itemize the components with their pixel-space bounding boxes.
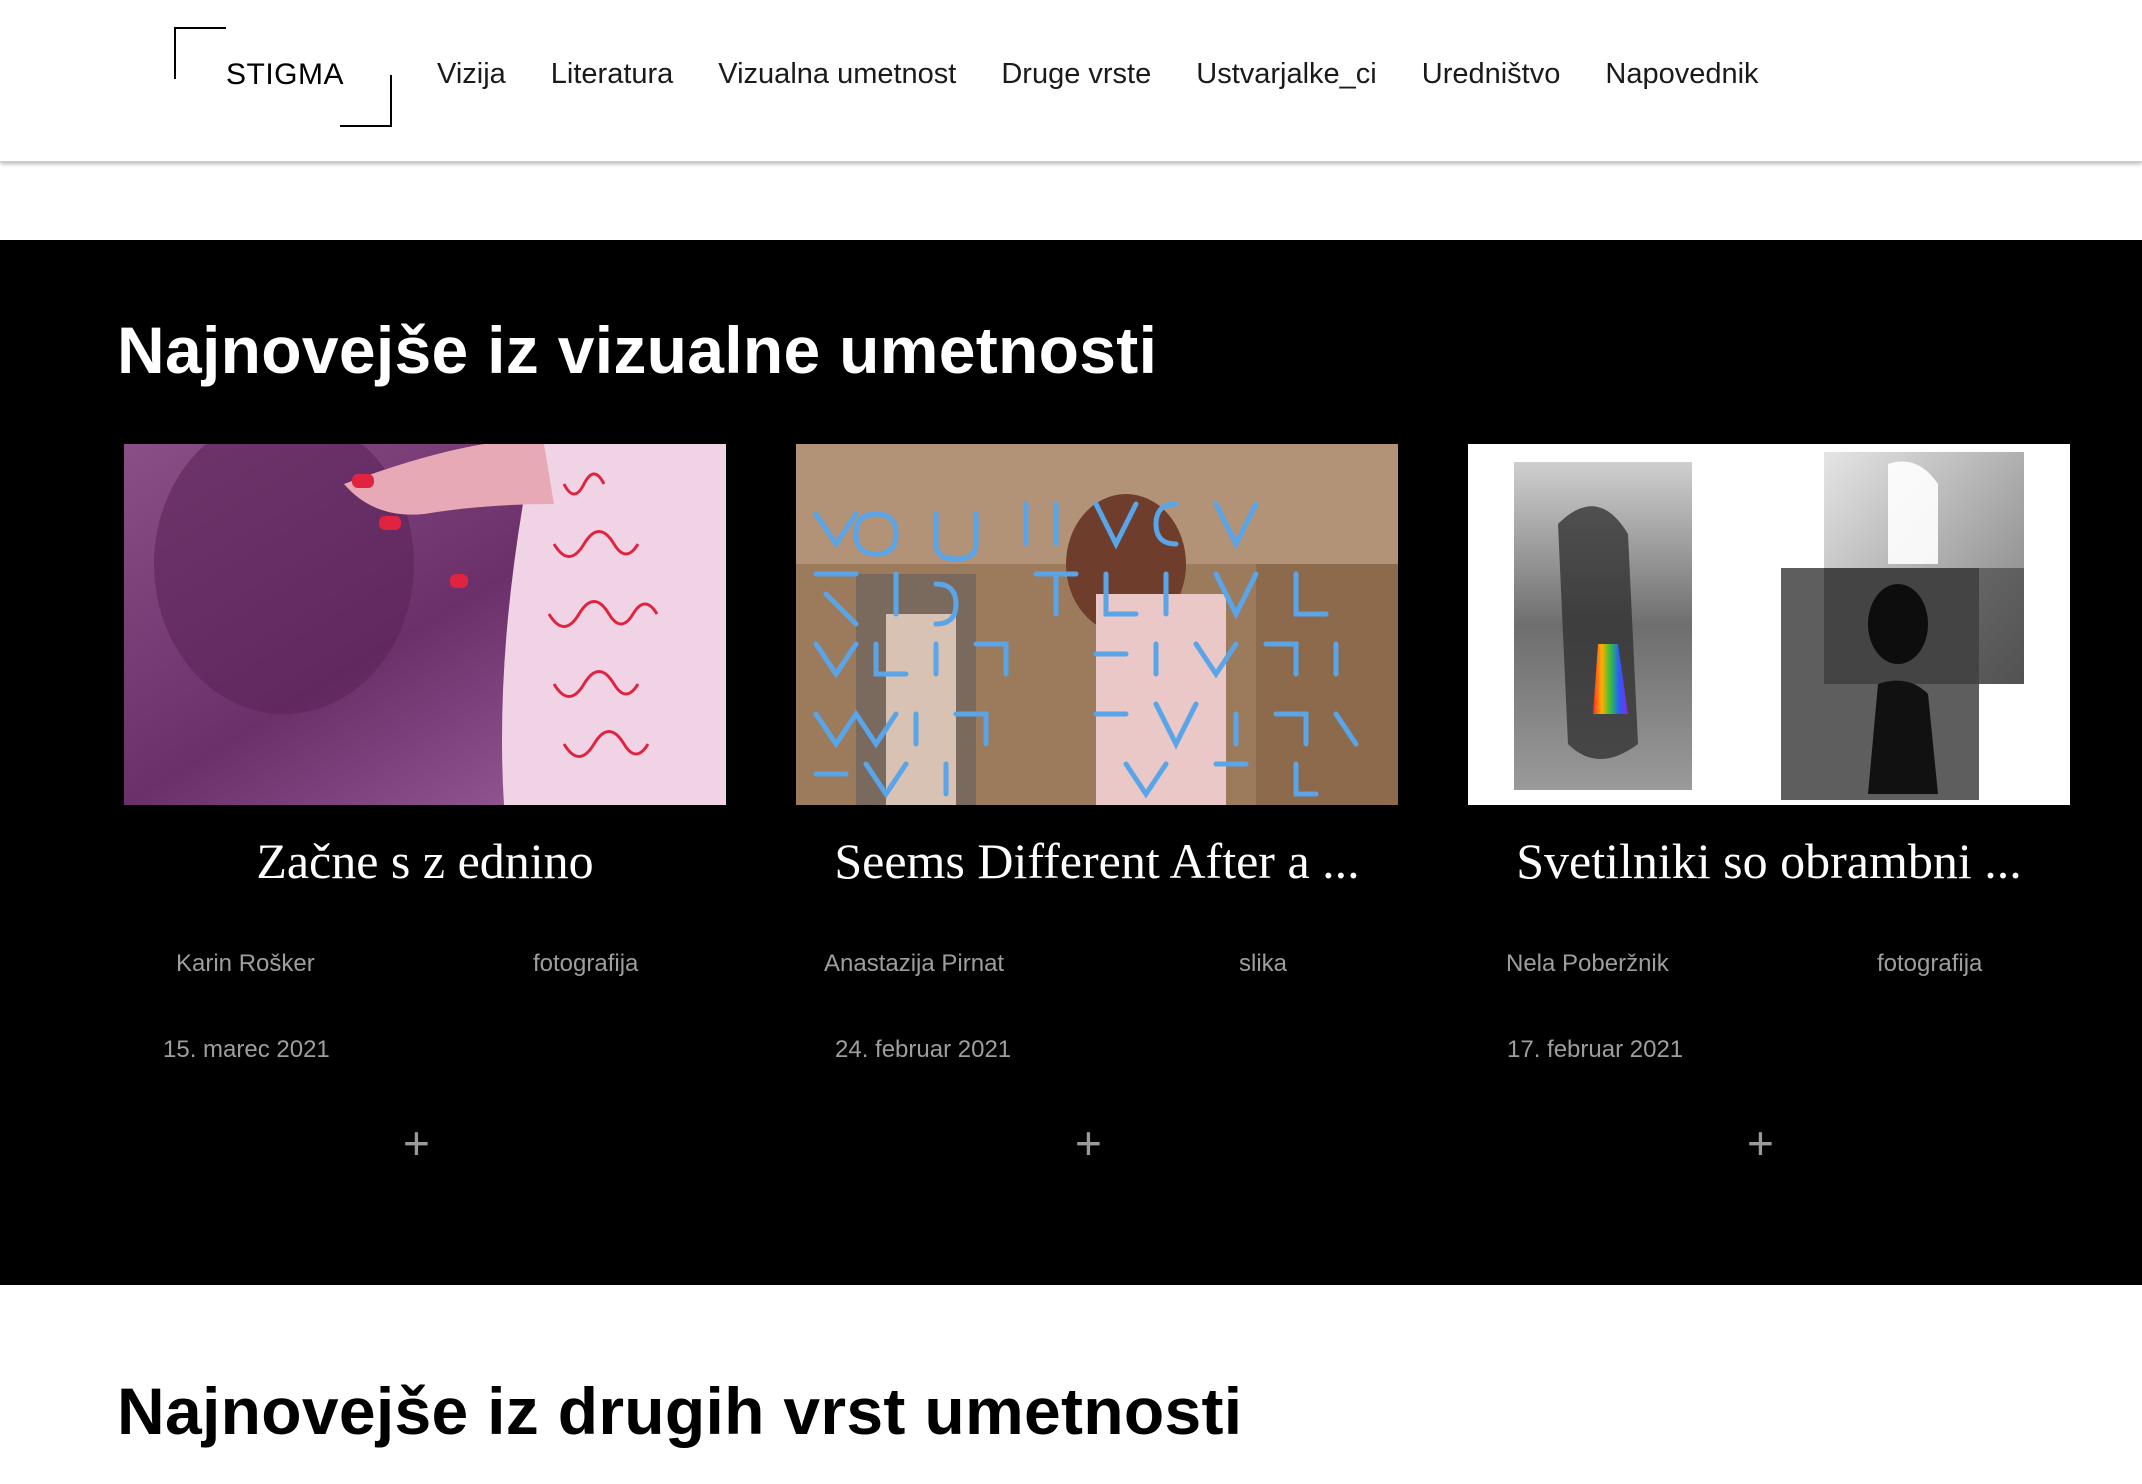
article-category[interactable]: fotografija	[1877, 950, 1982, 978]
logo-text: STIGMA	[226, 58, 345, 91]
expand-plus-icon[interactable]: +	[1747, 1120, 1774, 1166]
article-author[interactable]: Karin Rošker	[176, 950, 315, 978]
article-date: 17. februar 2021	[1507, 1036, 1684, 1063]
other-art-section: Najnovejše iz drugih vrst umetnosti	[0, 1285, 2142, 1484]
article-title[interactable]: Seems Different After a ...	[796, 832, 1398, 890]
article-card: Svetilniki so obrambni ... Nela Poberžni…	[1468, 444, 2070, 1166]
nav-item-vizija[interactable]: Vizija	[437, 54, 506, 94]
visual-art-section: Najnovejše iz vizualne umetnosti Začne s…	[0, 240, 2142, 1285]
article-category[interactable]: fotografija	[533, 950, 638, 978]
article-thumbnail[interactable]	[124, 444, 726, 805]
logo-corner-top-left	[174, 27, 226, 79]
article-title[interactable]: Začne s z ednino	[124, 832, 726, 890]
section-title-visual-art: Najnovejše iz vizualne umetnosti	[117, 313, 1158, 387]
article-author[interactable]: Nela Poberžnik	[1506, 950, 1669, 978]
article-author[interactable]: Anastazija Pirnat	[824, 950, 1004, 978]
article-date: 15. marec 2021	[163, 1036, 330, 1063]
nav-item-literatura[interactable]: Literatura	[551, 54, 674, 94]
article-thumbnail[interactable]	[796, 444, 1398, 805]
nav-item-napovednik[interactable]: Napovednik	[1605, 54, 1758, 94]
nav-item-druge-vrste[interactable]: Druge vrste	[1001, 54, 1151, 94]
nav-item-urednistvo[interactable]: Uredništvo	[1422, 54, 1561, 94]
expand-plus-icon[interactable]: +	[403, 1120, 430, 1166]
article-date: 24. februar 2021	[835, 1036, 1012, 1063]
section-title-other-art: Najnovejše iz drugih vrst umetnosti	[117, 1374, 1243, 1448]
article-card: Seems Different After a ... Anastazija P…	[796, 444, 1398, 1166]
logo-corner-bottom-right	[340, 75, 392, 127]
site-header: STIGMA Vizija Literatura Vizualna umetno…	[0, 0, 2142, 162]
article-thumbnail[interactable]	[1468, 444, 2070, 805]
stigma-logo[interactable]: STIGMA	[174, 27, 392, 127]
article-card: Začne s z ednino Karin Rošker fotografij…	[124, 444, 726, 1166]
article-title[interactable]: Svetilniki so obrambni ...	[1468, 832, 2070, 890]
article-category[interactable]: slika	[1239, 950, 1287, 978]
expand-plus-icon[interactable]: +	[1075, 1120, 1102, 1166]
nav-item-vizualna-umetnost[interactable]: Vizualna umetnost	[718, 54, 956, 94]
main-nav: Vizija Literatura Vizualna umetnost Drug…	[437, 54, 1804, 94]
nav-item-ustvarjalke-ci[interactable]: Ustvarjalke_ci	[1196, 54, 1377, 94]
